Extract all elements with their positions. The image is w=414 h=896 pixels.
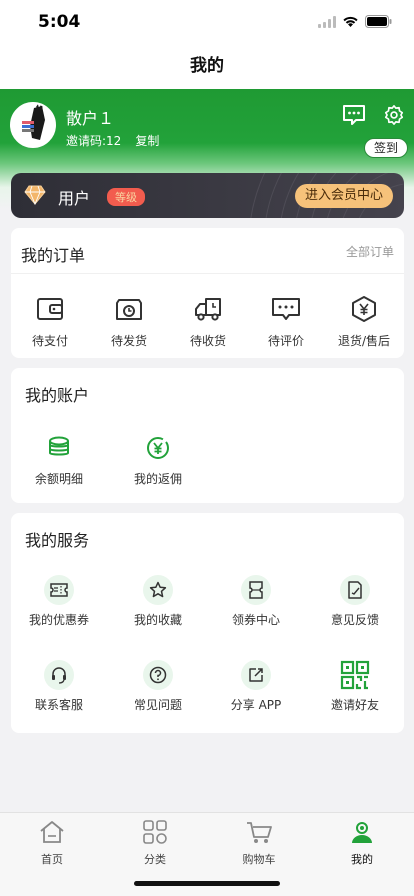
service-label: 领券中心 — [231, 613, 280, 627]
service-coupon-center[interactable]: 领券中心 — [216, 575, 296, 628]
services-title: 我的服务 — [25, 531, 90, 550]
service-share-app[interactable]: 分享 APP — [216, 660, 296, 713]
service-feedback[interactable]: 意见反馈 — [315, 575, 395, 628]
avatar[interactable] — [10, 102, 56, 148]
service-label: 我的优惠券 — [28, 613, 89, 627]
wifi-icon — [343, 16, 358, 27]
clock-box-icon — [116, 299, 142, 320]
service-favorites[interactable]: 我的收藏 — [118, 575, 198, 628]
ticket-icon — [249, 581, 263, 599]
service-invite-friends[interactable]: 邀请好友 — [315, 660, 395, 713]
home-indicator — [134, 881, 280, 886]
yen-shield-icon — [352, 296, 376, 322]
invite-code: 邀请码:12 — [66, 134, 122, 148]
order-pending-review[interactable]: 待评价 — [246, 296, 326, 349]
tab-label: 我的 — [351, 853, 373, 866]
headset-icon — [52, 667, 66, 684]
service-label: 联系客服 — [34, 698, 83, 712]
order-label: 待发货 — [110, 334, 147, 348]
account-label: 我的返佣 — [133, 472, 182, 486]
tab-label: 分类 — [144, 853, 166, 866]
service-coupons[interactable]: 我的优惠券 — [19, 575, 99, 628]
copy-button[interactable]: 复制 — [135, 132, 159, 149]
service-faq[interactable]: 常见问题 — [118, 660, 198, 713]
services-card: 我的服务 我的优惠券 我的收藏 领券中心 意见反馈 联系客服 常见问题 分享 A… — [11, 513, 404, 733]
diamond-icon — [24, 185, 46, 205]
share-icon — [249, 668, 263, 682]
signal-icon — [318, 15, 336, 28]
truck-icon — [195, 298, 221, 321]
tab-label: 首页 — [41, 853, 63, 866]
profile-icon — [352, 822, 372, 843]
qrcode-icon — [340, 660, 370, 690]
message-icon[interactable] — [342, 104, 366, 126]
cart-icon — [247, 822, 272, 843]
account-title: 我的账户 — [25, 386, 90, 405]
tab-label: 购物车 — [242, 853, 276, 866]
order-pending-payment[interactable]: 待支付 — [10, 296, 90, 349]
status-bar: 5:04 — [0, 0, 414, 44]
question-icon — [149, 666, 167, 684]
account-label: 余额明细 — [34, 472, 83, 486]
wallet-icon — [37, 298, 63, 320]
status-icons — [318, 15, 392, 28]
vip-level-badge: 等级 — [107, 188, 145, 206]
tab-home[interactable]: 首页 — [7, 819, 97, 867]
nav-bar: 我的 — [0, 44, 414, 89]
vip-label: 用户 — [58, 189, 91, 208]
page-title: 我的 — [190, 56, 224, 76]
order-label: 退货/售后 — [337, 334, 391, 348]
divider — [11, 273, 404, 274]
service-label: 意见反馈 — [330, 613, 379, 627]
order-label: 待评价 — [267, 334, 304, 348]
all-orders-link[interactable]: 全部订单 — [346, 243, 394, 260]
coins-icon — [49, 436, 69, 456]
order-after-sales[interactable]: 退货/售后 — [324, 296, 404, 349]
vip-card[interactable]: 用户 等级 进入会员中心 — [11, 173, 404, 218]
comment-icon — [272, 298, 300, 320]
service-label: 常见问题 — [133, 698, 182, 712]
orders-title: 我的订单 — [21, 246, 86, 265]
feedback-icon — [348, 581, 362, 599]
category-icon — [143, 820, 167, 844]
member-center-button[interactable]: 进入会员中心 — [294, 184, 393, 208]
tab-category[interactable]: 分类 — [110, 819, 200, 867]
order-pending-shipment[interactable]: 待发货 — [89, 296, 169, 349]
service-label: 分享 APP — [230, 698, 282, 712]
coupon-icon — [50, 583, 68, 597]
service-label: 我的收藏 — [133, 613, 182, 627]
order-label: 待收货 — [189, 334, 226, 348]
star-icon — [149, 581, 167, 598]
invite-row: 邀请码:12 复制 — [66, 132, 159, 149]
home-icon — [40, 821, 64, 843]
balance-detail[interactable]: 余额明细 — [19, 436, 99, 487]
tab-cart[interactable]: 购物车 — [214, 819, 304, 867]
orders-card: 我的订单 全部订单 待支付 待发货 待收货 待评价 退货/售后 — [11, 228, 404, 358]
account-card: 我的账户 余额明细 我的返佣 — [11, 368, 404, 503]
yen-circle-icon — [147, 437, 169, 459]
username: 散户１ — [66, 109, 115, 128]
settings-gear-icon[interactable] — [382, 104, 406, 126]
my-commission[interactable]: 我的返佣 — [118, 436, 198, 487]
order-label: 待支付 — [31, 334, 68, 348]
tab-profile[interactable]: 我的 — [317, 819, 407, 867]
signin-button[interactable]: 签到 — [364, 138, 408, 158]
battery-icon — [365, 15, 392, 28]
service-customer-support[interactable]: 联系客服 — [19, 660, 99, 713]
service-label: 邀请好友 — [330, 698, 379, 712]
status-time: 5:04 — [38, 12, 81, 32]
order-pending-receipt[interactable]: 待收货 — [168, 296, 248, 349]
